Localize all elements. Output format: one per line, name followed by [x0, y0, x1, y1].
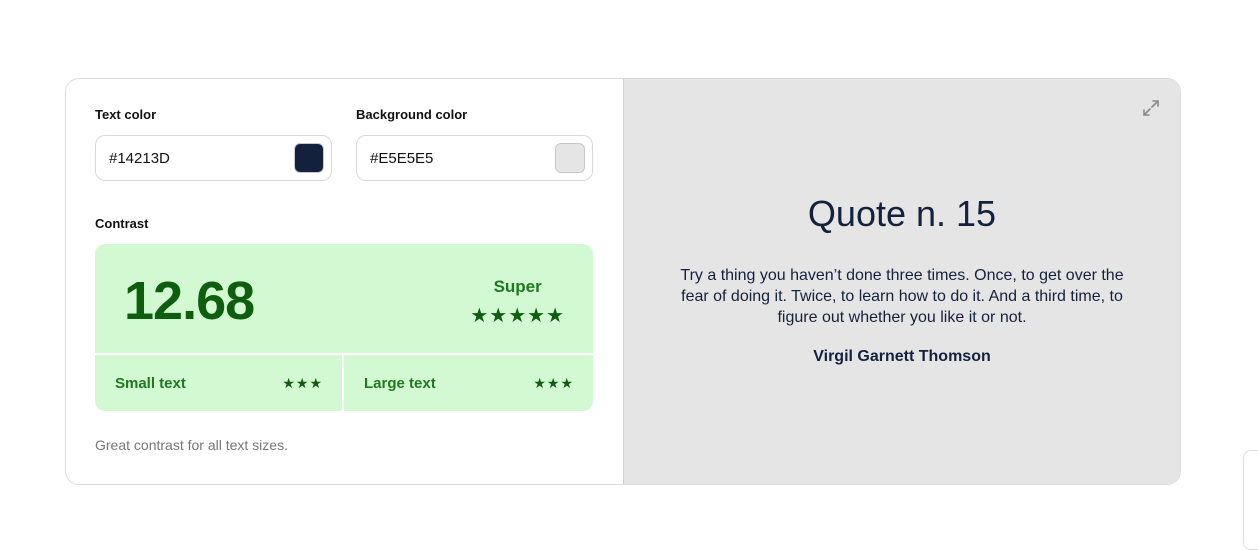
- side-tab[interactable]: [1243, 450, 1258, 550]
- preview-panel: Quote n. 15 Try a thing you haven’t done…: [623, 79, 1180, 484]
- quote-text: Try a thing you haven’t done three times…: [680, 267, 1124, 326]
- small-text-label: Small text: [115, 374, 186, 392]
- small-text-rating: Small text ★★★: [115, 355, 323, 411]
- contrast-checker-card: Text color Background color Contrast 12.…: [65, 78, 1181, 485]
- small-text-stars-icon: ★★★: [282, 374, 323, 391]
- large-text-rating: Large text ★★★: [364, 355, 574, 411]
- quote-title: Quote n. 15: [807, 193, 997, 234]
- text-color-field: Text color: [95, 107, 332, 181]
- background-color-input[interactable]: [370, 149, 520, 167]
- text-color-label: Text color: [95, 107, 157, 122]
- background-color-swatch[interactable]: [555, 143, 585, 173]
- text-color-swatch[interactable]: [294, 143, 324, 173]
- large-text-stars-icon: ★★★: [533, 374, 574, 391]
- text-color-input-box: [95, 135, 332, 181]
- color-fields: Text color Background color: [95, 107, 593, 181]
- quote-author: Virgil Garnett Thomson: [813, 348, 991, 365]
- text-color-input[interactable]: [109, 149, 259, 167]
- contrast-hint: Great contrast for all text sizes.: [95, 437, 288, 453]
- contrast-rating: Super ★★★★★: [470, 277, 565, 328]
- background-color-field: Background color: [356, 107, 593, 181]
- contrast-ratio: 12.68: [124, 271, 255, 331]
- background-color-input-box: [356, 135, 593, 181]
- controls-panel: Text color Background color Contrast 12.…: [66, 79, 623, 484]
- contrast-result: 12.68 Super ★★★★★ Small text ★★★ Large t…: [95, 244, 593, 411]
- background-color-label: Background color: [356, 107, 468, 122]
- rating-stars-icon: ★★★★★: [470, 305, 565, 327]
- expand-icon[interactable]: [1141, 98, 1161, 118]
- large-text-label: Large text: [364, 374, 436, 392]
- contrast-label: Contrast: [95, 216, 149, 231]
- rating-label: Super: [493, 277, 542, 296]
- result-divider-vertical: [342, 355, 344, 411]
